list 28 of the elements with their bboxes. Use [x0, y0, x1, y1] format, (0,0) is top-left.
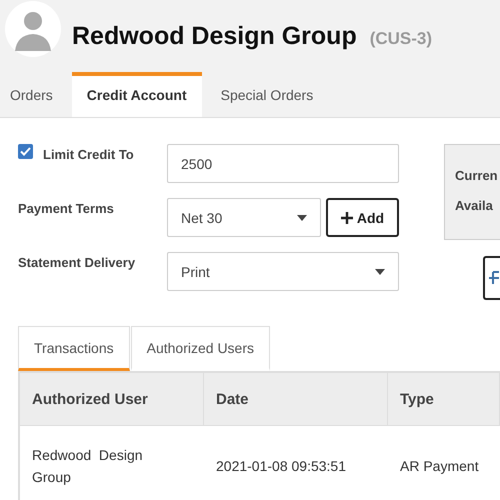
- checkbox[interactable]: [18, 144, 33, 159]
- tab[interactable]: Authorized Users: [130, 326, 270, 371]
- tab[interactable]: Special Orders: [210, 72, 324, 117]
- dropdown[interactable]: Print: [167, 252, 399, 291]
- add-button[interactable]: Add: [326, 198, 399, 237]
- field-label: Limit Credit To: [43, 146, 134, 162]
- table-cell-text: 2021-01-08 09:53:51: [215, 457, 347, 476]
- input-field[interactable]: 2500: [167, 144, 399, 183]
- tab[interactable]: Credit Account: [72, 72, 202, 117]
- icon-button[interactable]: [483, 256, 500, 300]
- caret-icon: [297, 214, 307, 220]
- tab[interactable]: Transactions: [18, 326, 130, 371]
- field-label: Statement Delivery: [18, 254, 136, 270]
- field-label: Payment Terms: [18, 200, 114, 216]
- dropdown[interactable]: Net 30: [167, 198, 321, 237]
- customer-name: Redwood Design Group: [72, 22, 357, 51]
- table-cell-text: AR Payment: [399, 457, 480, 476]
- customer-code: (CUS-3): [370, 29, 432, 50]
- column-header: Authorized User: [20, 373, 204, 426]
- summary-label: Availa: [455, 198, 494, 213]
- tab[interactable]: Orders: [0, 72, 63, 117]
- column-header: Date: [204, 373, 388, 426]
- avatar-icon: [5, 0, 61, 57]
- table-cell-text: Redwood Design Group: [31, 446, 144, 487]
- column-header: Type: [388, 373, 500, 426]
- caret-icon: [375, 268, 385, 274]
- summary-label: Curren: [455, 168, 499, 183]
- plus-icon: [340, 212, 353, 224]
